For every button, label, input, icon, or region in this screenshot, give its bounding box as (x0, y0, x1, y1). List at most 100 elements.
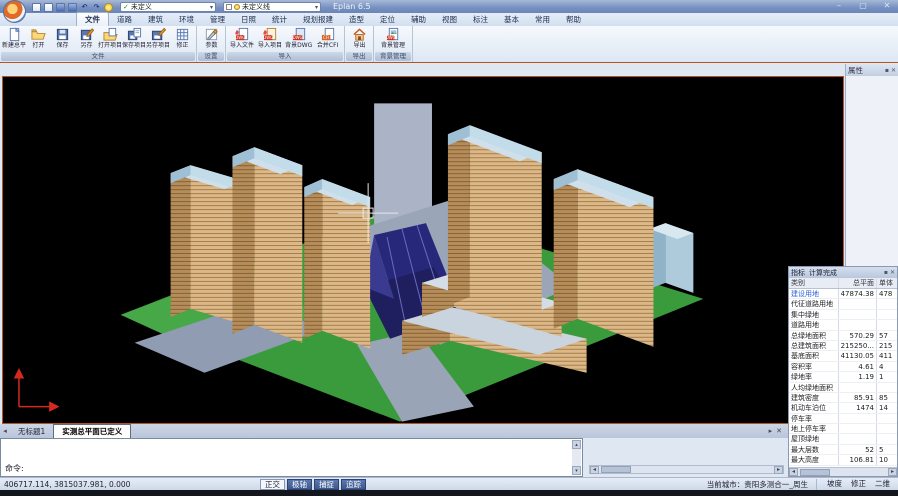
tab-modeling[interactable]: 造型 (341, 13, 372, 26)
table-row[interactable]: 屋顶绿地 (789, 434, 897, 444)
tab-auxiliary[interactable]: 辅助 (403, 13, 434, 26)
tab-environment[interactable]: 环境 (171, 13, 202, 26)
ribbon-button-save-as-project[interactable]: 另存项目 (146, 27, 170, 49)
drawing-tab-untitled[interactable]: 无标题1 (10, 425, 53, 438)
tab-positioning[interactable]: 定位 (372, 13, 403, 26)
close-button[interactable]: ✕ (880, 1, 894, 10)
table-row[interactable]: 总建筑面积215250...215 (789, 341, 897, 351)
slope-button[interactable]: 坡度 (823, 479, 846, 490)
toggle-track[interactable]: 追踪 (341, 479, 366, 490)
properties-panel-titlebar: 属性 ▪ ✕ (846, 64, 898, 76)
table-row[interactable]: 绿地率1.191 (789, 372, 897, 382)
scroll-left-icon[interactable]: ◂ (590, 466, 599, 474)
ribbon-button-import-project[interactable]: DWG 导入项目 (256, 27, 284, 49)
close-panel-icon[interactable]: ✕ (891, 67, 896, 74)
ribbon-button-save-project[interactable]: 保存项目 (122, 27, 146, 49)
table-row[interactable]: 总绿地面积570.2957 (789, 331, 897, 341)
table-row[interactable]: 基底面积41130.05411 (789, 351, 897, 361)
row-value2: 85 (877, 393, 895, 402)
command-scrollbar[interactable]: ▴ ▾ (572, 440, 581, 475)
current-city-label: 当前城市：贵阳多测合一_周生 (707, 479, 808, 490)
ribbon-button-open[interactable]: 打开 (26, 27, 50, 49)
layer-bulb-icon[interactable] (104, 3, 113, 12)
ribbon-button-label: 新建总平 (2, 42, 26, 48)
table-row[interactable]: 机动车泊位147414 (789, 403, 897, 413)
tab-annotate[interactable]: 标注 (465, 13, 496, 26)
ribbon-group-label: 设置 (198, 52, 224, 61)
new-document-icon[interactable] (32, 3, 41, 12)
tab-common[interactable]: 常用 (527, 13, 558, 26)
undo-icon[interactable]: ↶ (80, 3, 89, 12)
house-icon (352, 27, 367, 42)
table-row[interactable]: 建筑密度85.9185 (789, 393, 897, 403)
table-row[interactable]: 地上停车率 (789, 424, 897, 434)
minimize-button[interactable]: – (832, 1, 846, 10)
table-row[interactable]: 道路用地 (789, 320, 897, 330)
scroll-right-icon[interactable]: ▸ (888, 468, 897, 476)
tab-help[interactable]: 帮助 (558, 13, 589, 26)
drawing-viewport[interactable] (2, 76, 844, 424)
tab-manage[interactable]: 管理 (202, 13, 233, 26)
tab-scroll-left-icon[interactable]: ◂ (0, 425, 10, 438)
tab-road[interactable]: 道路 (109, 13, 140, 26)
row-label: 代征道路用地 (789, 299, 839, 308)
tab-planning-submit[interactable]: 规划报建 (295, 13, 341, 26)
open-document-icon[interactable] (44, 3, 53, 12)
ribbon-button-parameters[interactable]: 参数 (199, 27, 223, 49)
save-icon[interactable] (56, 3, 65, 12)
tab-file[interactable]: 文件 (76, 12, 109, 26)
viewport-horizontal-scrollbar[interactable]: ◂ ▸ (589, 465, 784, 474)
tab-building[interactable]: 建筑 (140, 13, 171, 26)
ribbon-button-background-dwg[interactable]: DWG 背景DWG (284, 27, 314, 49)
ribbon-button-label: 背景管理 (381, 42, 405, 48)
correct-button[interactable]: 修正 (847, 479, 870, 490)
ribbon-button-import-file[interactable]: DWG 导入文件 (228, 27, 256, 49)
table-row[interactable]: 停车率 (789, 414, 897, 424)
indicator-horizontal-scrollbar[interactable]: ◂ ▸ (789, 467, 897, 476)
ribbon-button-open-project[interactable]: 打开项目 (98, 27, 122, 49)
table-row[interactable]: 容积率4.614 (789, 362, 897, 372)
tab-next-icon[interactable]: ▸ (769, 425, 773, 438)
ribbon-button-save[interactable]: 保存 (50, 27, 74, 49)
linetype-combo[interactable]: 未定义线 ▾ (223, 2, 321, 12)
ribbon-button-correct[interactable]: 修正 (170, 27, 194, 49)
ribbon-button-save-as[interactable]: 另存 (74, 27, 98, 49)
app-logo-icon[interactable] (3, 0, 26, 23)
command-window[interactable]: 命令: ▴ ▾ (0, 438, 583, 477)
2d-view-button[interactable]: 二维 (871, 479, 894, 490)
table-row[interactable]: 最大高度106.8110 (789, 455, 897, 465)
toggle-snap[interactable]: 捕捉 (314, 479, 339, 490)
table-row[interactable]: 最大层数525 (789, 445, 897, 455)
toggle-polar[interactable]: 极轴 (287, 479, 312, 490)
ribbon-button-merge-cfi[interactable]: CFI 合并CFI (314, 27, 342, 49)
maximize-button[interactable]: ▢ (856, 1, 870, 10)
table-row[interactable]: 集中绿地 (789, 310, 897, 320)
scroll-down-icon[interactable]: ▾ (572, 466, 581, 475)
ribbon-button-export[interactable]: 导出 (347, 27, 371, 49)
scrollbar-thumb[interactable] (601, 466, 631, 473)
drawing-tab-siteplan[interactable]: 实测总平面已定义 (53, 424, 131, 438)
scroll-up-icon[interactable]: ▴ (572, 440, 581, 449)
close-panel-icon[interactable]: ✕ (890, 269, 895, 276)
tab-statistics[interactable]: 统计 (264, 13, 295, 26)
tab-sunshine[interactable]: 日照 (233, 13, 264, 26)
tab-close-icon[interactable]: ✕ (776, 425, 782, 438)
scroll-right-icon[interactable]: ▸ (774, 466, 783, 474)
redo-icon[interactable]: ↷ (92, 3, 101, 12)
toggle-ortho[interactable]: 正交 (260, 479, 285, 490)
style-combo[interactable]: ✓ 未定义 ▾ (120, 2, 216, 12)
scroll-left-icon[interactable]: ◂ (789, 468, 798, 476)
table-row[interactable]: 建设用地47874.38478 (789, 289, 897, 299)
pin-icon[interactable]: ▪ (885, 67, 889, 74)
ribbon-button-new-plan[interactable]: 新建总平 (2, 27, 26, 49)
table-row[interactable]: 人均绿地面积 (789, 383, 897, 393)
ribbon-button-background-manage[interactable]: DWG 背景管理 (376, 27, 410, 49)
tab-basic[interactable]: 基本 (496, 13, 527, 26)
command-prompt[interactable]: 命令: (5, 463, 24, 474)
ribbon: 新建总平 打开 保存 另存 打开项目 保存项目 (0, 26, 898, 63)
pin-icon[interactable]: ▪ (884, 269, 888, 276)
table-row[interactable]: 代征道路用地 (789, 299, 897, 309)
save-all-icon[interactable] (68, 3, 77, 12)
scrollbar-thumb[interactable] (800, 469, 830, 476)
tab-view[interactable]: 视图 (434, 13, 465, 26)
